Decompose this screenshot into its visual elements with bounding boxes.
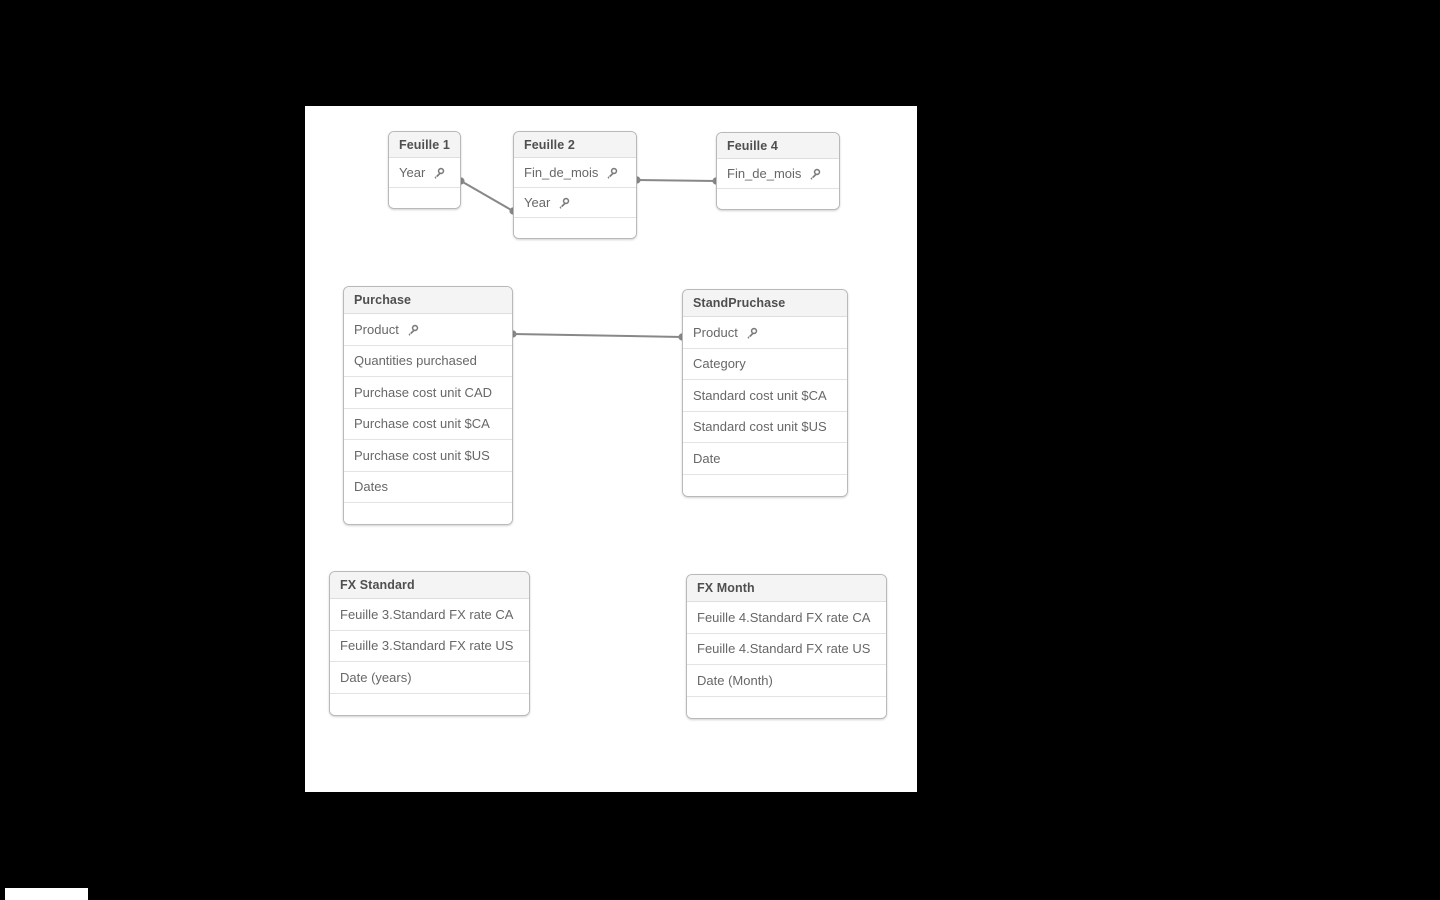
field-label: Purchase cost unit $US	[354, 447, 490, 463]
key-icon	[605, 167, 618, 180]
table-field-row[interactable]: Quantities purchased	[344, 346, 512, 377]
field-label: Year	[524, 195, 551, 210]
table-field-list: Year	[389, 158, 460, 188]
table-field-row[interactable]: Feuille 3.Standard FX rate US	[330, 631, 529, 662]
table-field-row[interactable]: Year	[389, 158, 460, 188]
table-feuille-1[interactable]: Feuille 1 Year	[388, 131, 461, 209]
table-field-row[interactable]: Feuille 4.Standard FX rate CA	[687, 602, 886, 634]
table-field-list: Feuille 4.Standard FX rate CA Feuille 4.S…	[687, 602, 886, 697]
table-field-row[interactable]: Fin_de_mois	[717, 159, 839, 189]
table-field-row[interactable]: Category	[683, 349, 847, 380]
table-field-row[interactable]: Date (years)	[330, 662, 529, 694]
field-label: Quantities purchased	[354, 353, 477, 369]
table-footer-row	[344, 503, 512, 524]
table-title: Feuille 2	[514, 132, 636, 158]
field-label: Feuille 3.Standard FX rate US	[340, 638, 514, 654]
field-label: Feuille 3.Standard FX rate CA	[340, 606, 514, 622]
field-label: Date	[693, 450, 721, 466]
table-purchase[interactable]: Purchase Product Quantities purchased Purch…	[343, 286, 513, 525]
table-field-row[interactable]: Product	[683, 317, 847, 349]
bottom-left-strip	[5, 888, 88, 900]
table-field-list: Fin_de_mois Year	[514, 158, 636, 218]
relationship-line	[636, 179, 717, 182]
field-label: Standard cost unit $CA	[693, 387, 827, 403]
field-label: Date (years)	[340, 669, 412, 685]
relationship-line	[512, 333, 683, 338]
table-title: Feuille 1	[389, 132, 460, 158]
table-field-row[interactable]: Product	[344, 314, 512, 346]
table-field-row[interactable]: Year	[514, 188, 636, 218]
key-icon	[745, 327, 758, 340]
table-footer-row	[389, 188, 460, 208]
table-field-row[interactable]: Fin_de_mois	[514, 158, 636, 188]
table-footer-row	[330, 693, 529, 715]
table-field-row[interactable]: Standard cost unit $US	[683, 412, 847, 443]
table-field-row[interactable]: Standard cost unit $CA	[683, 380, 847, 412]
table-field-row[interactable]: Date	[683, 443, 847, 475]
field-label: Category	[693, 356, 746, 372]
relationship-link-purchase-standpruchase[interactable]	[509, 330, 686, 341]
field-label: Fin_de_mois	[524, 165, 599, 180]
table-field-row[interactable]: Purchase cost unit $US	[344, 440, 512, 472]
table-fx-standard[interactable]: FX Standard Feuille 3.Standard FX rate CA…	[329, 571, 530, 716]
data-model-canvas[interactable]: Feuille 1 Year Feuille 2 Fin_de_mois Year Feu…	[305, 106, 917, 792]
table-field-row[interactable]: Purchase cost unit CAD	[344, 377, 512, 409]
key-icon	[557, 197, 570, 210]
table-title: Purchase	[344, 287, 512, 314]
field-label: Feuille 4.Standard FX rate US	[697, 641, 871, 657]
table-title: FX Month	[687, 575, 886, 602]
field-label: Purchase cost unit $CA	[354, 416, 490, 432]
table-footer-row	[717, 189, 839, 209]
page-root: Feuille 1 Year Feuille 2 Fin_de_mois Year Feu…	[0, 0, 1440, 900]
field-label: Feuille 4.Standard FX rate CA	[697, 609, 871, 625]
field-label: Year	[399, 165, 426, 180]
table-title: StandPruchase	[683, 290, 847, 317]
table-field-row[interactable]: Purchase cost unit $CA	[344, 409, 512, 440]
table-standpruchase[interactable]: StandPruchase Product Category Standard cos…	[682, 289, 848, 497]
table-field-list: Product Category Standard cost unit $CA Sta…	[683, 317, 847, 475]
table-title: FX Standard	[330, 572, 529, 599]
field-label: Purchase cost unit CAD	[354, 384, 493, 400]
field-label: Dates	[354, 479, 388, 495]
field-label: Date (Month)	[697, 672, 773, 688]
field-label: Product	[354, 321, 399, 337]
table-feuille-4[interactable]: Feuille 4 Fin_de_mois	[716, 132, 840, 210]
relationship-line	[460, 180, 514, 212]
key-icon	[808, 168, 821, 181]
table-footer-row	[514, 218, 636, 238]
table-field-row[interactable]: Feuille 4.Standard FX rate US	[687, 634, 886, 665]
table-footer-row	[687, 696, 886, 718]
table-feuille-2[interactable]: Feuille 2 Fin_de_mois Year	[513, 131, 637, 239]
table-field-list: Feuille 3.Standard FX rate CA Feuille 3.S…	[330, 599, 529, 694]
key-icon	[432, 167, 445, 180]
table-field-row[interactable]: Date (Month)	[687, 665, 886, 697]
relationship-link-feuille1-feuille2[interactable]	[457, 177, 517, 215]
table-field-row[interactable]: Feuille 3.Standard FX rate CA	[330, 599, 529, 631]
field-label: Standard cost unit $US	[693, 419, 827, 435]
table-field-row[interactable]: Dates	[344, 472, 512, 503]
table-footer-row	[683, 474, 847, 496]
table-fx-month[interactable]: FX Month Feuille 4.Standard FX rate CA Feu…	[686, 574, 887, 719]
relationship-link-feuille2-feuille4[interactable]	[633, 176, 720, 185]
table-title: Feuille 4	[717, 133, 839, 159]
table-field-list: Product Quantities purchased Purchase cost…	[344, 314, 512, 503]
field-label: Fin_de_mois	[727, 166, 802, 181]
field-label: Product	[693, 324, 738, 340]
key-icon	[406, 324, 419, 337]
table-field-list: Fin_de_mois	[717, 159, 839, 189]
